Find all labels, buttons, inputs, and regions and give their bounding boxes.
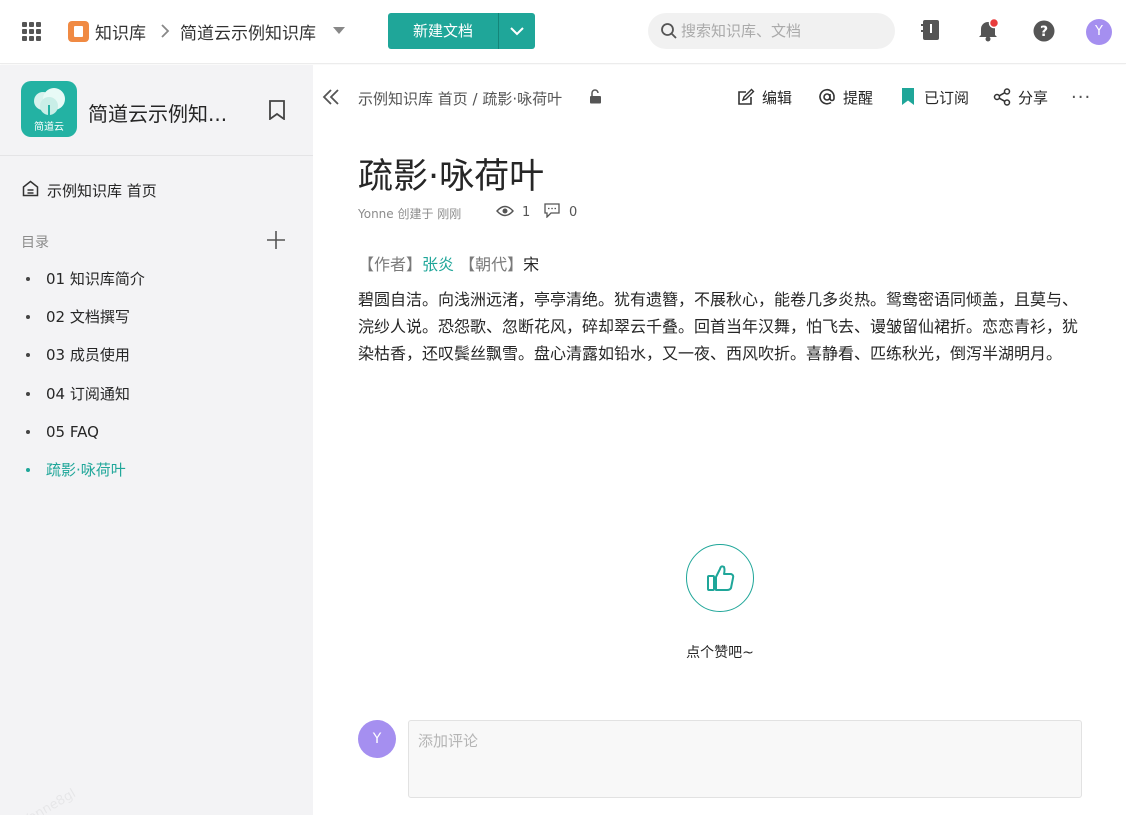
at-icon — [819, 89, 835, 105]
comment-count: 0 — [569, 205, 578, 220]
more-options-icon[interactable]: ··· — [1071, 87, 1093, 108]
toc-item[interactable]: 04 订阅通知 — [0, 375, 313, 413]
edit-icon — [738, 88, 755, 105]
breadcrumb-current: 疏影·咏荷叶 — [482, 90, 563, 108]
search-icon — [661, 23, 677, 39]
thumbs-up-icon — [707, 565, 735, 591]
bookmark-icon[interactable] — [268, 100, 286, 120]
toc-list: 01 知识库简介 02 文档撰写 03 成员使用 04 订阅通知 05 FAQ … — [0, 260, 313, 489]
add-icon[interactable] — [266, 230, 286, 250]
toc-item[interactable]: 05 FAQ — [0, 413, 313, 451]
document-title: 疏影·咏荷叶 — [358, 157, 545, 197]
subscribed-label: 已订阅 — [924, 89, 970, 107]
top-bar: 知识库 简道云示例知识库 新建文档 ? Y — [0, 0, 1126, 64]
collapse-sidebar-icon[interactable] — [321, 87, 341, 107]
breadcrumb-separator: / — [467, 90, 483, 108]
edit-label: 编辑 — [762, 89, 793, 107]
new-document-button-group: 新建文档 — [388, 13, 535, 49]
comment-input[interactable] — [408, 720, 1082, 798]
author-line: 【作者】张炎 【朝代】宋 — [358, 251, 539, 275]
knowledge-base-icon[interactable] — [68, 21, 89, 42]
dynasty-tag: 【朝代】 — [459, 255, 524, 274]
main-content: 示例知识库 首页 / 疏影·咏荷叶 编辑 提醒 已订阅 分享 ··· 疏影·咏荷… — [313, 65, 1126, 815]
remind-label: 提醒 — [843, 89, 874, 107]
comment-icon — [544, 203, 560, 218]
search-box[interactable] — [648, 13, 895, 49]
comment-avatar: Y — [358, 720, 396, 758]
app-grid-icon[interactable] — [22, 22, 41, 41]
notification-bell-icon[interactable] — [977, 18, 999, 42]
home-icon — [22, 180, 39, 197]
like-prompt: 点个赞吧~ — [686, 645, 754, 661]
unlock-icon[interactable] — [589, 89, 602, 104]
space-logo: 简道云 — [21, 81, 77, 137]
user-avatar[interactable]: Y — [1086, 19, 1112, 45]
toc-title: 目录 — [21, 235, 49, 251]
chevron-right-icon — [161, 24, 170, 38]
share-label: 分享 — [1018, 89, 1049, 107]
eye-icon — [496, 205, 514, 217]
logo-text: 简道云 — [34, 122, 64, 133]
breadcrumb: 示例知识库 首页 / 疏影·咏荷叶 — [358, 88, 562, 109]
search-input[interactable] — [681, 13, 881, 49]
author-name-link[interactable]: 张炎 — [422, 255, 454, 274]
space-home-link[interactable]: 示例知识库 首页 — [47, 180, 157, 201]
toc-item[interactable]: 03 成员使用 — [0, 336, 313, 374]
chevron-down-icon[interactable] — [499, 13, 535, 49]
divider — [0, 155, 313, 156]
share-icon — [993, 88, 1011, 106]
new-document-button[interactable]: 新建文档 — [388, 13, 498, 49]
author-tag: 【作者】 — [358, 255, 423, 274]
help-icon[interactable]: ? — [1033, 20, 1055, 42]
space-name-link[interactable]: 简道云示例知识库 — [180, 19, 316, 44]
svg-text:?: ? — [1040, 24, 1048, 40]
toc-item[interactable]: 01 知识库简介 — [0, 260, 313, 298]
caret-down-icon[interactable] — [333, 27, 345, 34]
document-body: 碧圆自洁。向浅洲远渚，亭亭清绝。犹有遗簪，不展秋心，能卷几多炎热。鸳鸯密语同倾盖… — [358, 290, 1079, 363]
bookmark-filled-icon — [902, 88, 914, 105]
toc-item-active[interactable]: 疏影·咏荷叶 — [0, 451, 313, 489]
dynasty-value: 宋 — [523, 255, 540, 274]
breadcrumb-home[interactable]: 示例知识库 首页 — [358, 90, 468, 108]
view-count: 1 — [522, 205, 531, 220]
sidebar: 简道云 简道云示例知... 示例知识库 首页 目录 01 知识库简介 02 文档… — [0, 65, 313, 815]
notebook-icon[interactable] — [921, 19, 941, 41]
like-button[interactable] — [686, 544, 754, 612]
knowledge-base-link[interactable]: 知识库 — [95, 19, 146, 44]
document-creator: Yonne 创建于 刚刚 — [358, 207, 462, 221]
toc-item[interactable]: 02 文档撰写 — [0, 298, 313, 336]
space-title[interactable]: 简道云示例知... — [88, 98, 227, 127]
